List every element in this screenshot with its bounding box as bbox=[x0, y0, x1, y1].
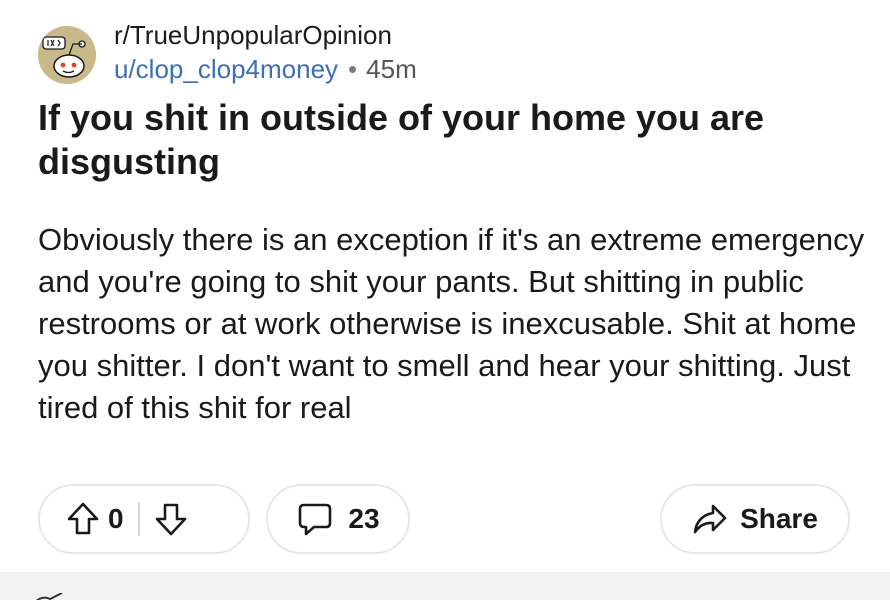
post-body: Obviously there is an exception if it's … bbox=[38, 222, 865, 425]
comment-button[interactable]: 23 bbox=[266, 484, 410, 554]
next-item-icon bbox=[32, 590, 66, 600]
upvote-arrow-icon[interactable] bbox=[66, 501, 100, 537]
vote-pill: 0 bbox=[38, 484, 250, 554]
post-separator-band bbox=[0, 572, 890, 600]
post-screen: r/TrueUnpopularOpinion u/clop_clop4money… bbox=[0, 0, 890, 600]
meta-separator: • bbox=[348, 54, 358, 84]
post-time: 45m bbox=[366, 54, 417, 84]
subreddit-avatar-icon[interactable] bbox=[38, 26, 96, 84]
vote-divider bbox=[137, 502, 140, 536]
downvote-arrow-icon[interactable] bbox=[154, 501, 188, 537]
share-arrow-icon bbox=[692, 502, 728, 536]
post-meta: u/clop_clop4money • 45m bbox=[114, 54, 417, 85]
post-title: If you shit in outside of your home you … bbox=[38, 97, 765, 182]
subreddit-name[interactable]: r/TrueUnpopularOpinion bbox=[114, 20, 392, 51]
post-header: r/TrueUnpopularOpinion u/clop_clop4money… bbox=[38, 12, 858, 84]
vote-count: 0 bbox=[108, 503, 124, 534]
comment-count: 23 bbox=[348, 503, 380, 534]
share-button[interactable]: Share bbox=[660, 484, 850, 554]
share-label: Share bbox=[740, 503, 818, 534]
comment-bubble-icon bbox=[296, 501, 334, 537]
author-link[interactable]: u/clop_clop4money bbox=[114, 54, 338, 84]
